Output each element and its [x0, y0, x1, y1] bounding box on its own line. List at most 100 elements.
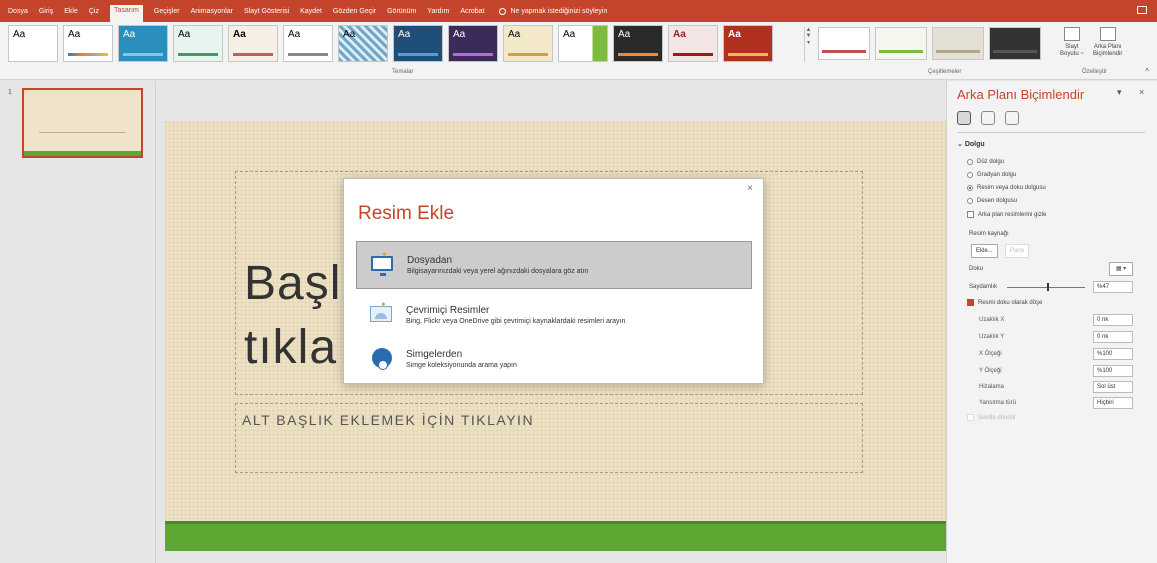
radio-picture-fill[interactable]: Resim veya doku dolgusu [967, 185, 1046, 191]
theme-thumb-14[interactable]: Aa [723, 25, 773, 62]
fill-tab-icon[interactable] [957, 111, 971, 125]
transparency-slider[interactable] [1007, 283, 1085, 291]
menu-view[interactable]: Görünüm [387, 8, 416, 15]
theme-thumb-12[interactable]: Aa [613, 25, 663, 62]
option-label: Dosyadan [407, 255, 453, 266]
checkbox-label: Şekille döndür [978, 414, 1017, 421]
checkbox-label: Arka plan resimlerini gizle [978, 211, 1047, 218]
theme-thumb-13[interactable]: Aa [668, 25, 718, 62]
format-background-button[interactable]: Arka Planı Biçimlendir [1093, 25, 1122, 58]
theme-sample-text: Aa [453, 29, 466, 40]
theme-sample-text: Aa [673, 29, 686, 40]
theme-thumb-10[interactable]: Aa [503, 25, 553, 62]
variant-3[interactable] [932, 27, 984, 60]
theme-sample-text: Aa [288, 29, 301, 40]
menu-acrobat[interactable]: Acrobat [460, 8, 484, 15]
insert-picture-button[interactable]: Ekle... [971, 244, 998, 258]
ribbon: Aa Aa Aa Aa Aa Aa Aa Aa Aa Aa Aa Aa Aa A… [0, 22, 1157, 80]
fill-section-header[interactable]: ⌄ Dolgu [957, 140, 985, 148]
picture-tab-icon[interactable] [1005, 111, 1019, 125]
theme-thumb-8[interactable]: Aa [393, 25, 443, 62]
scale-y-input[interactable]: %100 [1093, 365, 1133, 377]
option-from-file[interactable]: ✦ Dosyadan Bilgisayarınızdaki veya yerel… [356, 241, 752, 289]
themes-scroll[interactable]: ▲ ▼ ▾ [804, 27, 812, 62]
theme-thumb-2[interactable]: Aa [63, 25, 113, 62]
title-line-1: Başl [244, 257, 342, 310]
theme-thumb-11[interactable]: Aa [558, 25, 608, 62]
comment-icon[interactable] [1137, 6, 1147, 14]
close-icon[interactable]: × [747, 183, 753, 194]
offset-y-input[interactable]: 0 nk [1093, 331, 1133, 343]
scale-x-input[interactable]: %100 [1093, 348, 1133, 360]
scale-x-label: X Ölçeği [979, 351, 1002, 357]
alignment-select[interactable]: Sol üst [1093, 381, 1133, 393]
offset-x-input[interactable]: 0 nk [1093, 314, 1133, 326]
menu-transitions[interactable]: Geçişler [154, 8, 180, 15]
variants-group-label: Çeşitlemeler [928, 69, 962, 75]
pane-options-icon[interactable]: ▾ [1117, 87, 1122, 98]
icons-bird-icon [368, 344, 398, 374]
radio-label: Resim veya doku dolgusu [977, 185, 1046, 191]
theme-thumb-6[interactable]: Aa [283, 25, 333, 62]
effects-tab-icon[interactable] [981, 111, 995, 125]
option-icons[interactable]: Simgelerden Simge koleksiyonunda arama y… [356, 335, 752, 383]
theme-sample-text: Aa [178, 29, 191, 40]
slide-footer-band [165, 521, 955, 551]
menu-slideshow[interactable]: Slayt Gösterisi [244, 8, 289, 15]
menu-draw[interactable]: Çiz [89, 8, 99, 15]
variant-1[interactable] [818, 27, 870, 60]
tile-picture-checkbox[interactable]: Resmi doku olarak döşe [967, 299, 1042, 306]
themes-gallery: Aa Aa Aa Aa Aa Aa Aa Aa Aa Aa Aa Aa Aa A… [8, 25, 773, 62]
menu-animations[interactable]: Animasyonlar [191, 8, 233, 15]
radio-label: Gradyan dolgu [977, 172, 1017, 178]
variant-2[interactable] [875, 27, 927, 60]
slide-title-text: Başl tıkla [244, 252, 341, 380]
tell-me-box[interactable]: Ne yapmak istediğinizi söyleyin [499, 7, 607, 15]
radio-gradient-fill[interactable]: Gradyan dolgu [967, 172, 1016, 178]
insert-picture-dialog: × Resim Ekle ✦ Dosyadan Bilgisayarınızda… [343, 178, 764, 384]
slide-subtitle-text: ALT BAŞLIK EKLEMEK İÇİN TIKLAYIN [242, 412, 535, 428]
menu-home[interactable]: Giriş [39, 8, 53, 15]
theme-thumb-5[interactable]: Aa [228, 25, 278, 62]
menu-design[interactable]: Tasarım [109, 5, 143, 22]
slide-thumbnail[interactable] [22, 88, 143, 158]
texture-label: Doku [969, 266, 984, 272]
theme-sample-text: Aa [563, 29, 576, 40]
texture-picker[interactable]: ▦ ▾ [1109, 262, 1133, 276]
menu-help[interactable]: Yardım [427, 8, 449, 15]
transparency-label: Saydamlık [969, 284, 998, 290]
transparency-input[interactable]: %47 [1093, 281, 1133, 293]
pane-title: Arka Planı Biçimlendir [957, 87, 1085, 102]
theme-thumb-office[interactable]: Aa [8, 25, 58, 62]
rotate-with-shape-checkbox: Şekille döndür [967, 414, 1016, 421]
theme-thumb-7[interactable]: Aa [338, 25, 388, 62]
theme-thumb-9[interactable]: Aa [448, 25, 498, 62]
theme-sample-text: Aa [68, 29, 81, 40]
menu-insert[interactable]: Ekle [64, 8, 78, 15]
menu-file[interactable]: Dosya [8, 8, 28, 15]
variant-4[interactable] [989, 27, 1041, 60]
theme-thumb-4[interactable]: Aa [173, 25, 223, 62]
mirror-type-label: Yansıtma türü [979, 400, 1016, 406]
hide-bg-graphics-checkbox[interactable]: Arka plan resimlerini gizle [967, 211, 1046, 218]
fill-section-label: Dolgu [964, 141, 985, 148]
option-online-pictures[interactable]: ✦ Çevrimiçi Resimler Bing, Flickr veya O… [356, 291, 752, 339]
theme-sample-text: Aa [618, 29, 631, 40]
mirror-type-select[interactable]: Hiçbiri [1093, 397, 1133, 409]
slide-size-button[interactable]: Slayt Boyutu ~ [1060, 25, 1084, 58]
menu-review[interactable]: Gözden Geçir [333, 8, 376, 15]
theme-thumb-3[interactable]: Aa [118, 25, 168, 62]
alignment-label: Hizalama [979, 384, 1005, 390]
customize-group-label: Özelleştir [1082, 69, 1108, 75]
collapse-ribbon-icon[interactable]: ^ [1145, 67, 1149, 76]
radio-pattern-fill[interactable]: Desen dolgusu [967, 198, 1017, 204]
menu-record[interactable]: Kaydet [300, 8, 322, 15]
format-background-label-2: Biçimlendir [1093, 51, 1123, 57]
subtitle-placeholder[interactable]: ALT BAŞLIK EKLEMEK İÇİN TIKLAYIN [235, 403, 863, 473]
radio-solid-fill[interactable]: Düz dolgu [967, 159, 1004, 165]
title-line-2: tıkla [244, 321, 338, 374]
slide-size-label-1: Slayt [1065, 44, 1079, 50]
theme-sample-text: Aa [728, 29, 741, 40]
close-icon[interactable]: × [1139, 87, 1144, 97]
format-background-icon [1099, 27, 1116, 41]
